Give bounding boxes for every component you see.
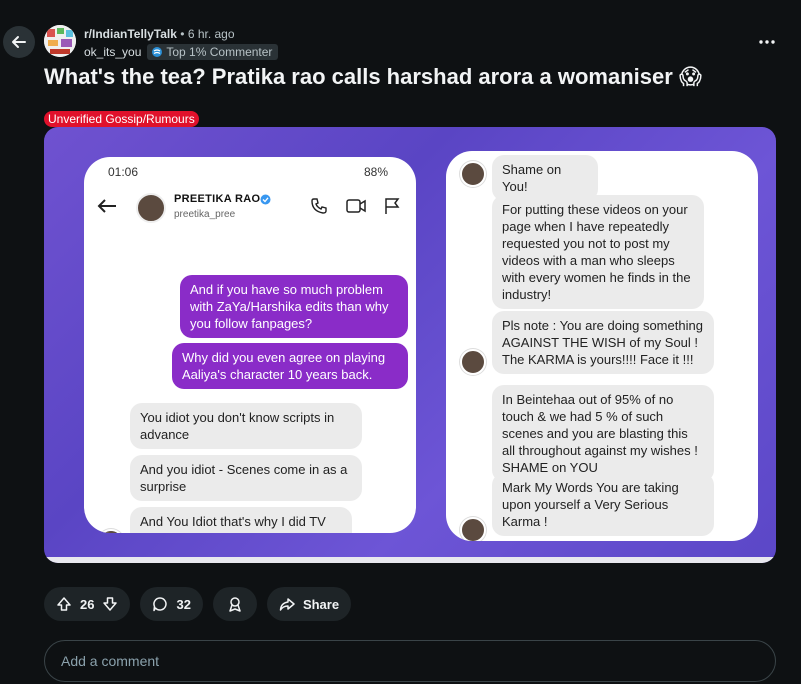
subreddit-avatar-image [44, 25, 76, 57]
status-time: 01:06 [108, 165, 139, 179]
author-link[interactable]: ok_its_you [84, 45, 141, 59]
arrow-left-icon [12, 36, 26, 48]
add-comment-input[interactable]: Add a comment [44, 640, 776, 682]
post-title-emoji: 😱 [678, 64, 702, 89]
sender-avatar [460, 349, 486, 375]
status-bar: 01:06 88% [108, 165, 388, 179]
meta-separator: • [180, 27, 185, 41]
status-battery: 88% [363, 165, 388, 179]
right-phone-screenshot: Shame on You! For putting these videos o… [446, 151, 758, 541]
chat-message-incoming: Pls note : You are doing something AGAIN… [492, 311, 714, 374]
post-time: 6 hr. ago [187, 27, 235, 41]
chat-header: PREETIKA RAO preetika_pree [84, 187, 416, 233]
upvote-icon[interactable] [56, 596, 72, 612]
chat-message-incoming: Mark My Words You are taking upon yourse… [492, 473, 714, 536]
chat-message-incoming: You idiot you don't know scripts in adva… [130, 403, 362, 449]
post-actions: 26 32 Share [44, 587, 352, 621]
chat-header-icons [310, 197, 400, 215]
downvote-icon[interactable] [102, 596, 118, 612]
chat-message-incoming: And You Idiot that's why I did TV and no… [130, 507, 352, 533]
share-label: Share [302, 596, 340, 612]
comment-icon [153, 597, 168, 612]
author-badge: Top 1% Commenter [147, 44, 279, 60]
subreddit-avatar[interactable] [44, 25, 76, 57]
sender-avatar [460, 161, 486, 187]
post-title: What's the tea? Pratika rao calls harsha… [44, 64, 702, 90]
comment-count: 32 [176, 596, 191, 612]
more-options-button[interactable] [752, 30, 782, 54]
comments-button[interactable]: 32 [140, 587, 203, 621]
sender-avatar [98, 529, 124, 533]
comment-placeholder: Add a comment [61, 653, 160, 669]
subreddit-link[interactable]: r/IndianTellyTalk [84, 27, 177, 41]
chat-message-incoming: For putting these videos on your page wh… [492, 195, 704, 309]
post-image[interactable]: 01:06 88% PREETIKA RAO preetika_pree And… [44, 127, 776, 563]
share-button[interactable]: Share [266, 587, 352, 621]
award-button[interactable] [212, 587, 257, 621]
contact-handle: preetika_pree [174, 209, 236, 220]
left-phone-screenshot: 01:06 88% PREETIKA RAO preetika_pree And… [84, 157, 416, 533]
commenter-badge-icon [152, 47, 163, 57]
video-call-icon [346, 199, 366, 213]
chat-message-outgoing: And if you have so much problem with ZaY… [180, 275, 408, 338]
chat-back-arrow-icon [97, 199, 116, 213]
phone-icon [311, 198, 327, 214]
share-icon [279, 598, 295, 611]
contact-avatar [136, 193, 166, 223]
author-line: ok_its_you Top 1% Commenter [84, 44, 279, 60]
flag-icon [385, 198, 400, 214]
post-flair[interactable]: Unverified Gossip/Rumours [44, 111, 199, 127]
post-meta: r/IndianTellyTalk • 6 hr. ago [84, 27, 235, 41]
author-badge-label: Top 1% Commenter [166, 45, 273, 59]
chat-message-outgoing: Why did you even agree on playing Aaliya… [172, 343, 408, 389]
award-icon [229, 597, 241, 612]
vote-count: 26 [80, 596, 95, 612]
post-title-text: What's the tea? Pratika rao calls harsha… [44, 64, 673, 89]
vote-control: 26 [44, 587, 131, 621]
more-horizontal-icon [759, 40, 775, 44]
image-bottom-strip [44, 557, 776, 563]
sender-avatar [460, 517, 486, 541]
contact-name: PREETIKA RAO [174, 193, 261, 205]
verified-icon [260, 194, 271, 205]
back-button[interactable] [3, 26, 35, 58]
chat-message-incoming: And you idiot - Scenes come in as a surp… [130, 455, 362, 501]
chat-message-incoming: In Beintehaa out of 95% of no touch & we… [492, 385, 714, 482]
